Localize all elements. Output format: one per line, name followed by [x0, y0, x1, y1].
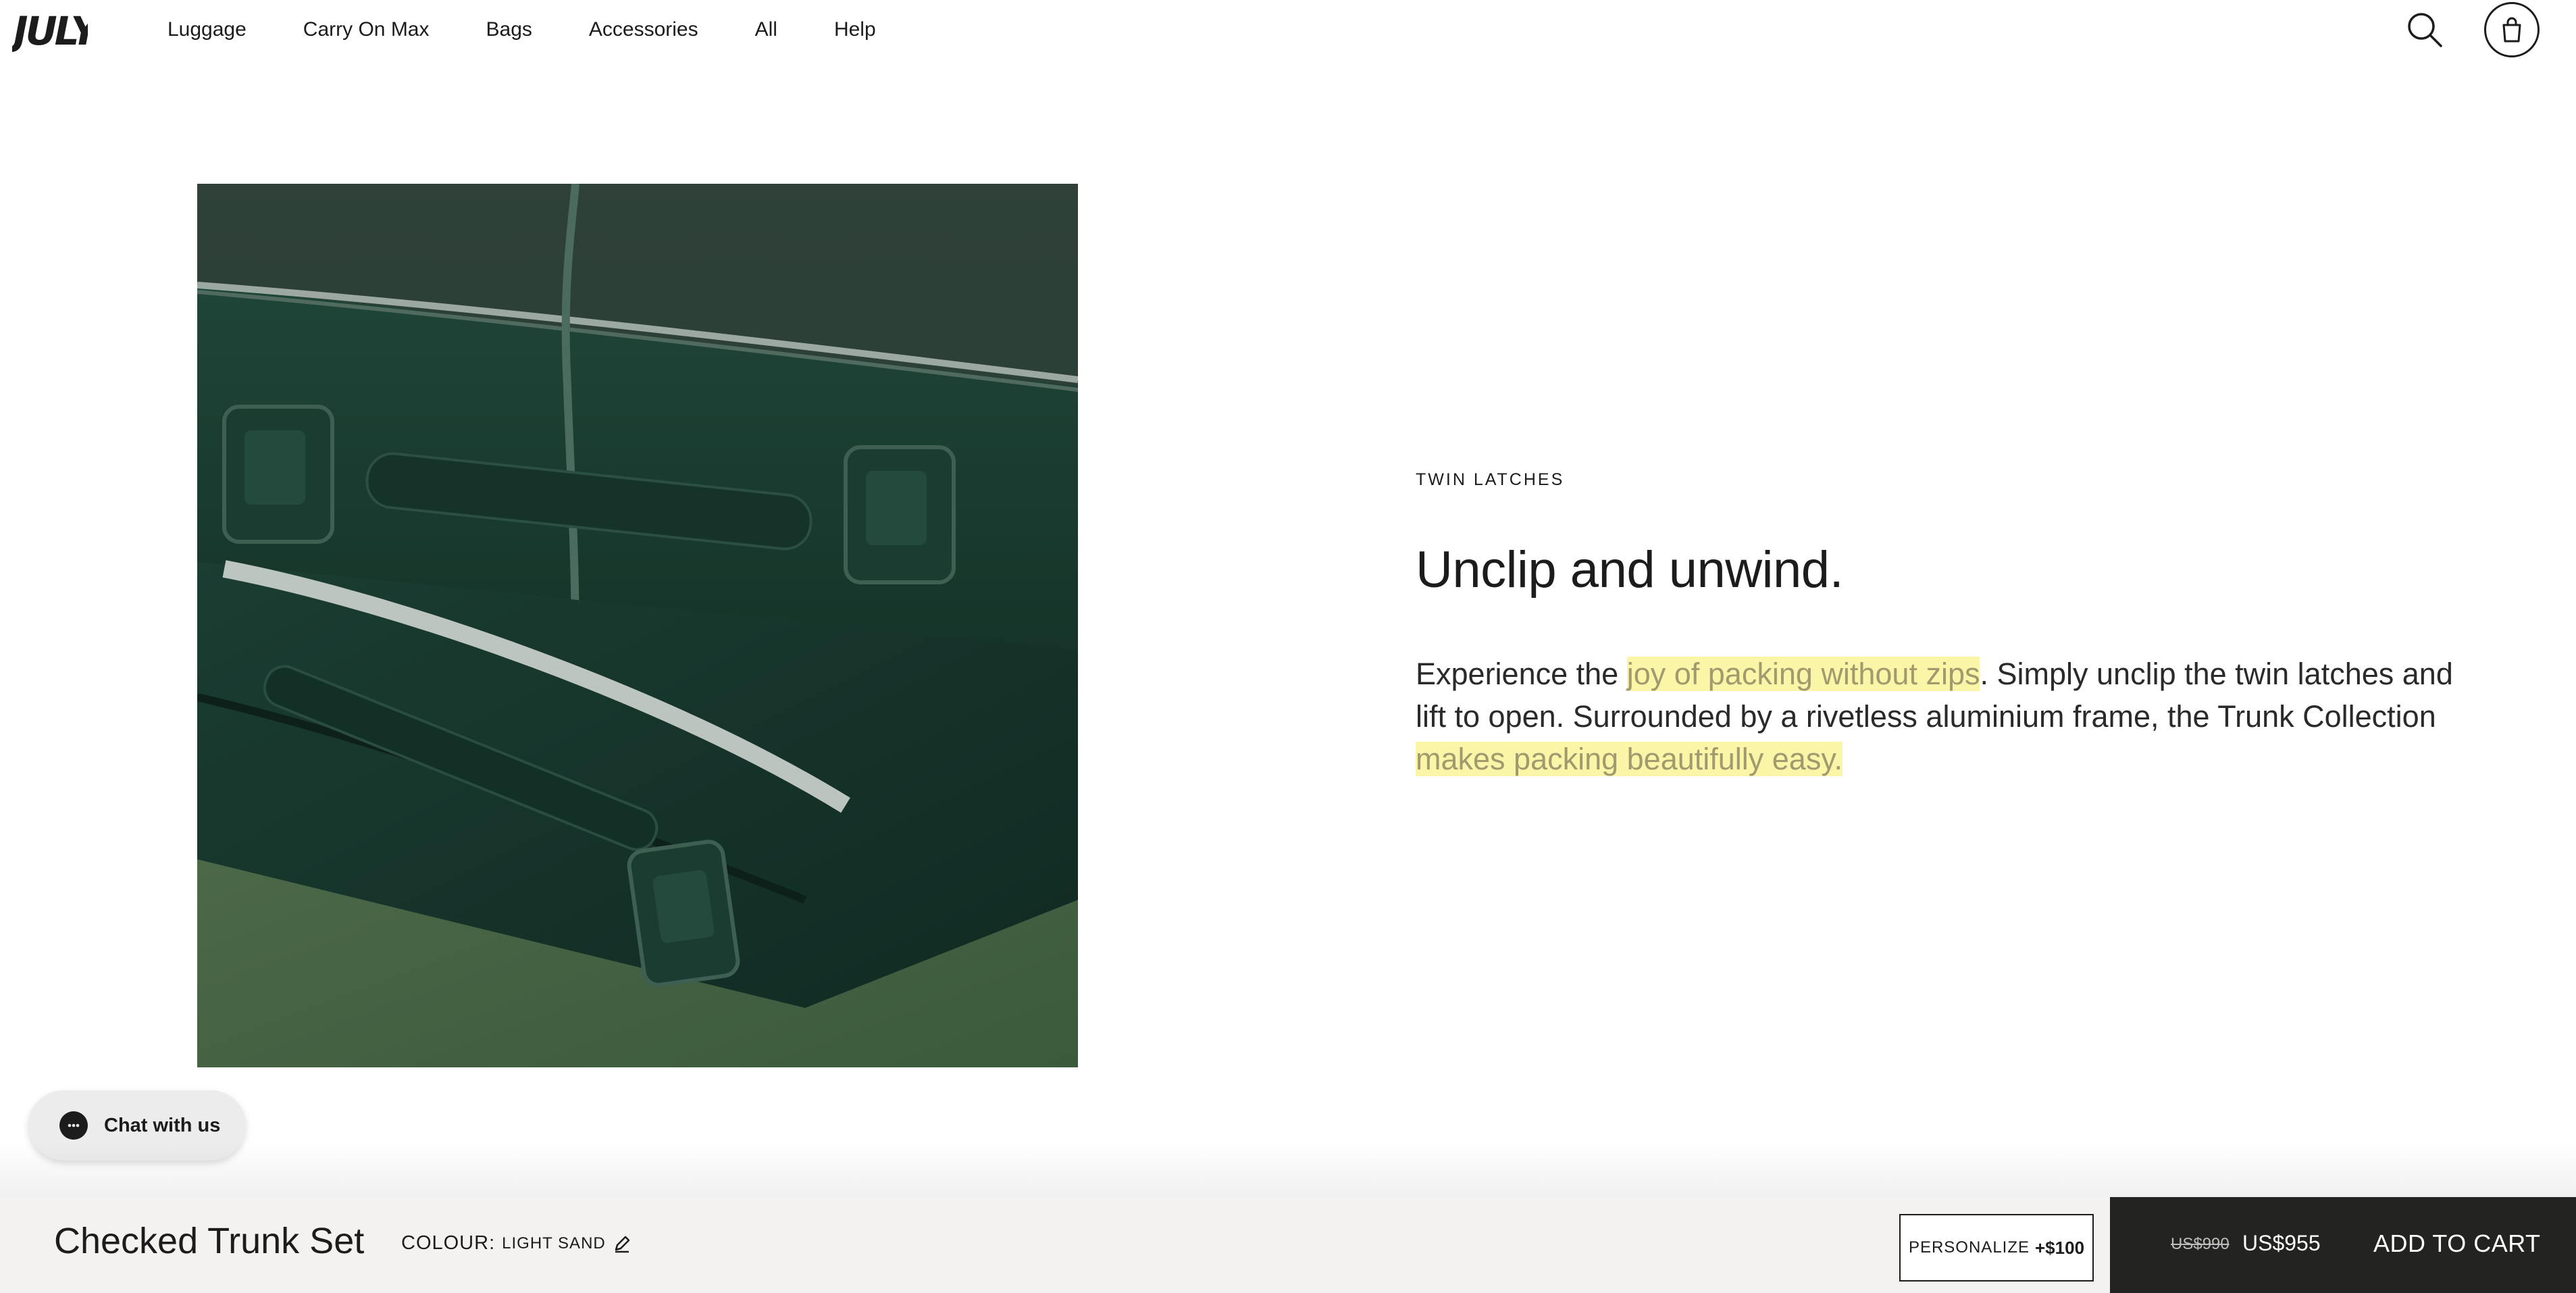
main-nav: Luggage Carry On Max Bags Accessories Al…	[168, 15, 933, 45]
sale-price: US$955	[2242, 1231, 2321, 1255]
nav-item-bags[interactable]: Bags	[486, 15, 532, 45]
nav-item-carry-on-max[interactable]: Carry On Max	[303, 15, 430, 45]
personalize-price: +$100	[2035, 1237, 2085, 1258]
search-icon	[2408, 13, 2442, 47]
shopping-bag-icon	[2502, 17, 2521, 43]
original-price: US$990	[2171, 1235, 2230, 1253]
body-text-1: Experience the	[1416, 657, 1627, 691]
suitcase-photo-illustration	[197, 184, 1078, 1067]
feature-eyebrow: TWIN LATCHES	[1416, 470, 1565, 489]
nav-item-help[interactable]: Help	[834, 15, 876, 45]
colour-selector[interactable]: COLOUR: LIGHT SAND	[401, 1232, 632, 1254]
personalize-label: PERSONALIZE	[1908, 1238, 2030, 1257]
personalize-button[interactable]: PERSONALIZE +$100	[1899, 1214, 2094, 1282]
add-to-cart-button[interactable]: US$990 US$955 ADD TO CART	[2110, 1197, 2576, 1293]
colour-label: COLOUR:	[401, 1232, 496, 1254]
product-name: Checked Trunk Set	[54, 1221, 365, 1261]
nav-item-all[interactable]: All	[755, 15, 777, 45]
nav-item-luggage[interactable]: Luggage	[168, 15, 247, 45]
chat-label: Chat with us	[104, 1114, 221, 1136]
edit-pencil-icon	[615, 1236, 629, 1252]
cart-button[interactable]	[2484, 2, 2540, 57]
nav-item-accessories[interactable]: Accessories	[589, 15, 698, 45]
bar-shadow	[0, 1142, 2576, 1197]
feature-image	[197, 184, 1078, 1067]
feature-body: Experience the joy of packing without zi…	[1416, 653, 2469, 780]
search-button[interactable]	[2404, 9, 2445, 50]
logo-text: JULY	[12, 8, 88, 53]
site-header: JULY Luggage Carry On Max Bags Accessori…	[0, 0, 2576, 61]
body-highlight-1: joy of packing without zips	[1626, 657, 1980, 691]
add-to-cart-label: ADD TO CART	[2373, 1229, 2541, 1257]
colour-value: LIGHT SAND	[502, 1234, 606, 1252]
feature-headline: Unclip and unwind.	[1416, 541, 1844, 599]
body-highlight-2: makes packing beautifully easy.	[1416, 742, 1843, 776]
july-logo[interactable]: JULY	[12, 7, 88, 53]
chat-bubble-icon	[59, 1111, 88, 1140]
